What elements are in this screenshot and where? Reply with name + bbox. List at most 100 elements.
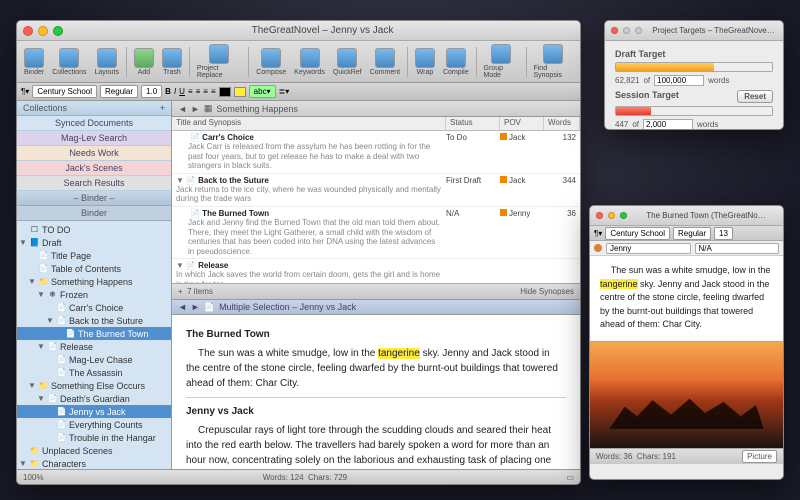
editor-body[interactable]: The Burned Town The sun was a white smud…	[172, 315, 580, 469]
view-mode-select[interactable]: Picture	[742, 450, 777, 463]
font-size-select[interactable]: 1.0	[141, 85, 162, 98]
binder-item[interactable]: ▼📁Something Else Occurs	[17, 379, 171, 392]
disclosure-icon[interactable]: ▼	[19, 238, 27, 247]
collection-item[interactable]: Jack's Scenes	[17, 161, 171, 176]
titlebar[interactable]: The Burned Town (TheGreatNo…	[590, 206, 783, 226]
nav-fwd-icon[interactable]: ►	[191, 302, 200, 312]
row-status[interactable]: First Draft	[446, 176, 500, 204]
binder-item[interactable]: 📄The Burned Town	[17, 327, 171, 340]
disclosure-icon[interactable]: ▼	[19, 459, 27, 468]
draft-target-input[interactable]	[654, 75, 704, 86]
binder-item[interactable]: ▼📁Something Happens	[17, 275, 171, 288]
titlebar[interactable]: Project Targets – TheGreatNove…	[605, 21, 783, 41]
binder-item[interactable]: 📄Mag-Lev Chase	[17, 353, 171, 366]
minimize-icon[interactable]	[623, 27, 630, 34]
bold-button[interactable]: B	[165, 87, 171, 96]
italic-button[interactable]: I	[174, 87, 176, 96]
binder-item[interactable]: 📄Title Page	[17, 249, 171, 262]
minimize-icon[interactable]	[38, 26, 48, 36]
reset-button[interactable]: Reset	[737, 90, 773, 103]
collection-item[interactable]: Synced Documents	[17, 116, 171, 131]
style-picker-icon[interactable]: ¶▾	[594, 229, 602, 238]
row-status[interactable]	[446, 261, 500, 283]
outline-row[interactable]: ▼📄 Back to the SutureJack returns to the…	[172, 174, 580, 207]
close-icon[interactable]	[596, 212, 603, 219]
nav-back-icon[interactable]: ◄	[178, 104, 187, 114]
minimize-icon[interactable]	[608, 212, 615, 219]
titlebar[interactable]: TheGreatNovel – Jenny vs Jack	[17, 21, 580, 41]
disclosure-icon[interactable]: ▼	[28, 277, 36, 286]
binder-item[interactable]: 📄Everything Counts	[17, 418, 171, 431]
outline-row[interactable]: ▼📄 ReleaseIn which Jack saves the world …	[172, 259, 580, 283]
keywords-button[interactable]: Keywords	[291, 47, 328, 77]
label-select[interactable]: abc▾	[249, 85, 276, 98]
col-words[interactable]: Words	[544, 117, 580, 130]
close-icon[interactable]	[611, 27, 618, 34]
add-collection-icon[interactable]: +	[160, 103, 165, 113]
binder-item[interactable]: 📄Trouble in the Hangar	[17, 431, 171, 444]
row-pov[interactable]: Jenny	[500, 209, 544, 256]
compose-button[interactable]: Compose	[253, 47, 289, 77]
style-picker-icon[interactable]: ¶▾	[21, 87, 29, 96]
binder-item[interactable]: ▼📘Draft	[17, 236, 171, 249]
disclosure-icon[interactable]: ▼	[37, 342, 45, 351]
binder-item[interactable]: ▼📄Release	[17, 340, 171, 353]
font-select[interactable]: Century School	[605, 227, 670, 240]
binder-item[interactable]: ☐TO DO	[17, 223, 171, 236]
list-button[interactable]: ≣▾	[279, 87, 290, 96]
collection-item[interactable]: Search Results	[17, 176, 171, 191]
align-justify-icon[interactable]: ≡	[211, 87, 216, 96]
align-left-icon[interactable]: ≡	[188, 87, 193, 96]
find-synopsis-button[interactable]: Find Synopsis	[530, 43, 576, 80]
zoom-icon[interactable]	[635, 27, 642, 34]
row-status[interactable]: To Do	[446, 133, 500, 171]
row-pov[interactable]: Jack	[500, 133, 544, 171]
quickref-text[interactable]: The sun was a white smudge, low in the t…	[590, 256, 783, 341]
collection-item[interactable]: Mag-Lev Search	[17, 131, 171, 146]
text-color-swatch[interactable]	[219, 87, 231, 97]
font-size-select[interactable]: 13	[714, 227, 733, 240]
trash-button[interactable]: Trash	[159, 47, 185, 77]
nav-fwd-icon[interactable]: ►	[191, 104, 200, 114]
binder-item[interactable]: 📁Unplaced Scenes	[17, 444, 171, 457]
layouts-button[interactable]: Layouts	[91, 47, 122, 77]
close-icon[interactable]	[23, 26, 33, 36]
binder-item[interactable]: ▼📁Characters	[17, 457, 171, 469]
collections-button[interactable]: Collections	[49, 47, 89, 77]
align-right-icon[interactable]: ≡	[203, 87, 208, 96]
font-select[interactable]: Century School	[32, 85, 97, 98]
pov-select[interactable]: Jenny	[606, 243, 691, 254]
col-title[interactable]: Title and Synopsis	[172, 117, 446, 130]
project-replace-button[interactable]: Project Replace	[194, 43, 244, 80]
font-style-select[interactable]: Regular	[100, 85, 138, 98]
group-mode-button[interactable]: Group Mode	[481, 43, 522, 80]
comment-button[interactable]: Comment	[367, 47, 403, 77]
outline-icon[interactable]: ▦	[204, 103, 213, 114]
col-pov[interactable]: POV	[500, 117, 544, 130]
collection-item[interactable]: Needs Work	[17, 146, 171, 161]
zoom-icon[interactable]	[53, 26, 63, 36]
binder-item[interactable]: 📄Jenny vs Jack	[17, 405, 171, 418]
row-pov[interactable]: Jack	[500, 176, 544, 204]
binder-item[interactable]: ▼📄Back to the Suture	[17, 314, 171, 327]
underline-button[interactable]: U	[179, 87, 185, 96]
binder-item[interactable]: 📄The Assassin	[17, 366, 171, 379]
disclosure-icon[interactable]: ▼	[37, 290, 45, 299]
session-target-input[interactable]	[643, 119, 693, 130]
quickref-button[interactable]: QuickRef	[330, 47, 365, 77]
align-center-icon[interactable]: ≡	[196, 87, 201, 96]
binder-item[interactable]: ▼❄Frozen	[17, 288, 171, 301]
zoom-icon[interactable]	[620, 212, 627, 219]
hide-synopses-button[interactable]: Hide Synopses	[520, 287, 574, 296]
row-status[interactable]: N/A	[446, 209, 500, 256]
highlight-color-swatch[interactable]	[234, 87, 246, 97]
binder-item[interactable]: 📄Table of Contents	[17, 262, 171, 275]
status-select[interactable]: N/A	[695, 243, 780, 254]
outline-row[interactable]: 📄 The Burned TownJack and Jenny find the…	[172, 207, 580, 259]
compile-button[interactable]: Compile	[440, 47, 472, 77]
font-style-select[interactable]: Regular	[673, 227, 711, 240]
add-button[interactable]: Add	[131, 47, 157, 77]
nav-back-icon[interactable]: ◄	[178, 302, 187, 312]
add-item-icon[interactable]: +	[178, 287, 183, 296]
disclosure-icon[interactable]: ▼	[37, 394, 45, 403]
